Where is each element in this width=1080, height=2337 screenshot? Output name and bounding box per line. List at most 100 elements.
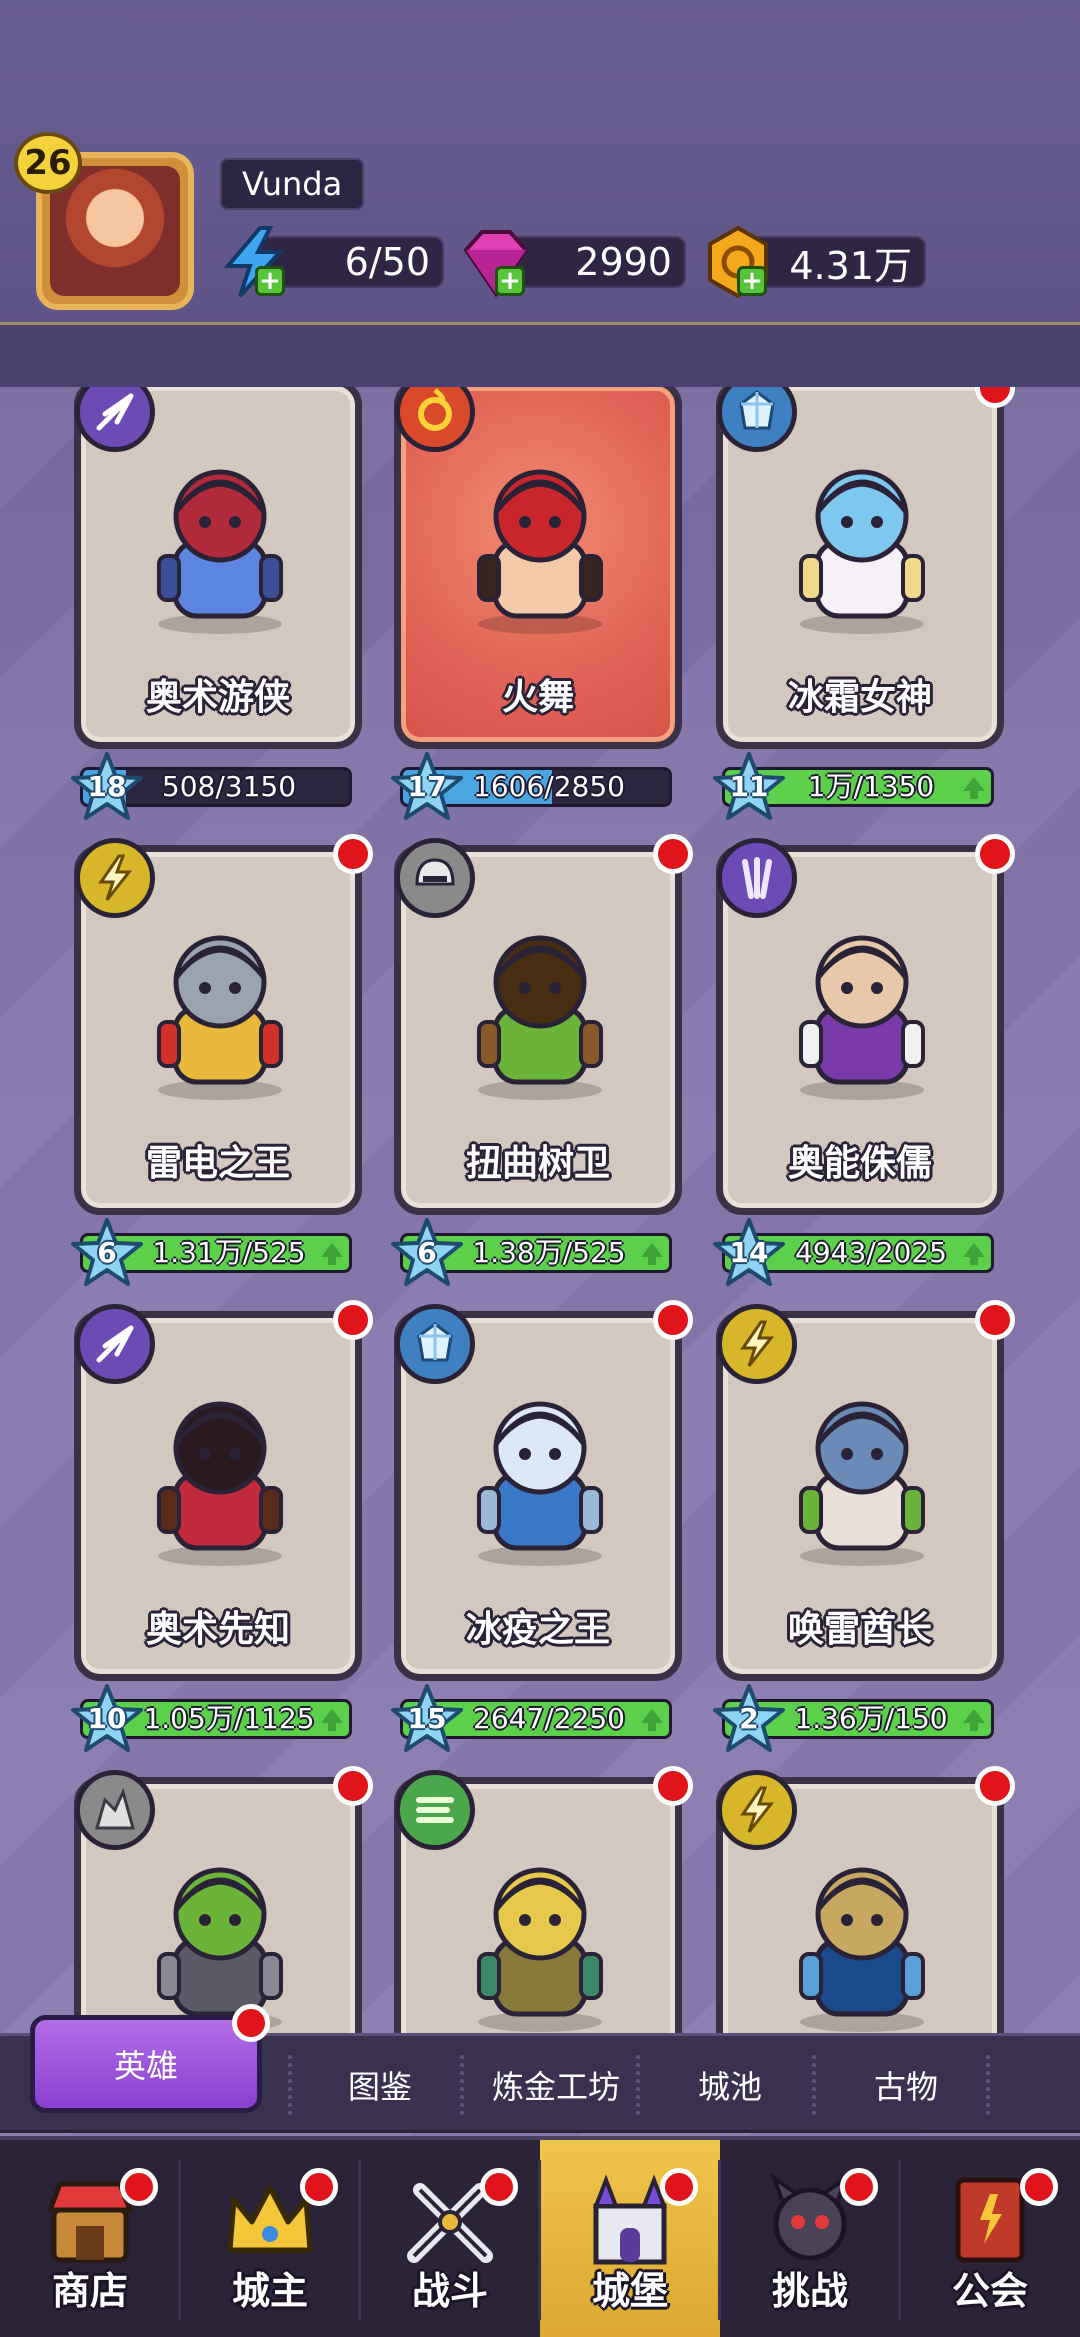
- hero-shard-count: 4943/2025: [795, 1236, 947, 1269]
- hero-portrait: [477, 1867, 603, 2032]
- hero-portrait: [477, 935, 603, 1100]
- wind-icon: [416, 1797, 454, 1823]
- hero-alert-dot: [975, 1766, 1015, 1806]
- hero-class-badge: [717, 838, 797, 918]
- arrows-icon: [96, 393, 134, 431]
- player-name: Vunda: [220, 158, 365, 210]
- hero-alert-dot: [333, 1766, 373, 1806]
- hero-shard-count: 1.36万/150: [794, 1702, 948, 1735]
- nav-label: 城堡: [591, 2269, 668, 2313]
- arrows-icon: [96, 1325, 134, 1363]
- hero-card[interactable]: [74, 1766, 373, 2035]
- hero-card[interactable]: 奥术游侠: [74, 387, 362, 749]
- hero-class-badge: [75, 387, 155, 452]
- nav-alert-dot: [660, 2168, 698, 2206]
- hero-card[interactable]: 冰疫之王: [394, 1300, 693, 1681]
- header-subbar: [0, 325, 1080, 387]
- nav-demon[interactable]: 挑战: [720, 2140, 900, 2337]
- ice-crystal-icon: [417, 1322, 453, 1362]
- hero-card[interactable]: 冰霜女神: [716, 387, 1015, 749]
- hero-shard-count: 1万/1350: [807, 770, 935, 803]
- upgrade-arrow-icon: [321, 1709, 343, 1731]
- upgrade-arrow-icon: [641, 1243, 663, 1265]
- tab-alchemy-workshop[interactable]: 炼金工坊: [472, 2050, 640, 2120]
- hero-portrait: [157, 935, 283, 1100]
- subtab-divider: [986, 2055, 990, 2115]
- nav-shop[interactable]: 商店: [0, 2140, 180, 2337]
- tab-city[interactable]: 城池: [650, 2050, 810, 2120]
- lightning-icon: [740, 1786, 775, 1833]
- hero-alert-dot: [653, 1300, 693, 1340]
- nav-alert-dot: [120, 2168, 158, 2206]
- hero-card[interactable]: 奥术先知: [74, 1300, 373, 1681]
- hero-portrait: [157, 469, 283, 634]
- rock-icon: [95, 1787, 135, 1830]
- nav-crown[interactable]: 城主: [180, 2140, 360, 2337]
- hero-star-count: 2: [739, 1701, 759, 1735]
- hero-shard-count: 1.05万/1125: [143, 1702, 315, 1735]
- hero-card[interactable]: 火舞: [394, 387, 682, 749]
- hero-name: 奥术游侠: [145, 677, 290, 718]
- upgrade-arrow-icon: [641, 1709, 663, 1731]
- upgrade-arrow-icon: [963, 1243, 985, 1265]
- hero-star-count: 18: [87, 769, 127, 803]
- hero-star-level: 6: [70, 1217, 144, 1287]
- hero-name: 奥能侏儒: [787, 1143, 932, 1184]
- hero-alert-dot: [975, 834, 1015, 874]
- hero-portrait: [157, 1867, 283, 2032]
- nav-castle[interactable]: 城堡: [540, 2140, 720, 2337]
- hero-card[interactable]: 奥能侏儒: [716, 834, 1015, 1215]
- hero-card[interactable]: 雷电之王: [74, 834, 373, 1215]
- tab-heroes-alert-dot: [232, 2004, 270, 2042]
- hero-card[interactable]: [394, 1766, 693, 2035]
- hero-name: 冰霜女神: [787, 677, 932, 718]
- gold-add-button[interactable]: +: [737, 266, 767, 296]
- nav-divider: [898, 2160, 901, 2320]
- player-level-badge: 26: [14, 132, 82, 194]
- hero-star-level: 15: [390, 1683, 464, 1753]
- hero-card[interactable]: 扭曲树卫: [394, 834, 693, 1215]
- hero-shard-count: 1.38万/525: [472, 1236, 626, 1269]
- nav-swords[interactable]: 战斗: [360, 2140, 540, 2337]
- subtab-divider: [460, 2055, 464, 2115]
- hero-portrait: [799, 935, 925, 1100]
- hero-portrait: [477, 1401, 603, 1566]
- fire-ring-icon: [418, 388, 452, 431]
- tab-relics[interactable]: 古物: [826, 2050, 986, 2120]
- subtab-divider: [636, 2055, 640, 2115]
- gold-value: 4.31万: [789, 243, 912, 288]
- hero-portrait: [799, 1867, 925, 2032]
- hero-alert-dot: [653, 834, 693, 874]
- hero-class-badge: [717, 387, 797, 452]
- tab-codex[interactable]: 图鉴: [300, 2050, 460, 2120]
- arcane-claw-icon: [742, 857, 772, 899]
- hero-shard-count: 508/3150: [161, 770, 297, 803]
- nav-alert-dot: [300, 2168, 338, 2206]
- hero-class-badge: [75, 1770, 155, 1850]
- nav-divider: [718, 2160, 721, 2320]
- nav-guild-book[interactable]: 公会: [900, 2140, 1080, 2337]
- hero-class-badge: [395, 1304, 475, 1384]
- hero-name: 扭曲树卫: [465, 1143, 610, 1184]
- hero-star-count: 14: [729, 1235, 769, 1269]
- hero-star-count: 6: [97, 1235, 117, 1269]
- hero-card[interactable]: 唤雷酋长: [716, 1300, 1015, 1681]
- hero-alert-dot: [333, 1300, 373, 1340]
- nav-divider: [538, 2160, 541, 2320]
- subtab-divider: [812, 2055, 816, 2115]
- hero-star-level: 14: [712, 1217, 786, 1287]
- tab-heroes[interactable]: 英雄: [30, 2015, 262, 2113]
- hero-grid: 奥术游侠 508/3150 18 火舞 1606/2850 17 冰霜女神 1万…: [0, 387, 1080, 2035]
- hero-name: 唤雷酋长: [787, 1609, 932, 1650]
- hero-star-level: 10: [70, 1683, 144, 1753]
- hero-star-level: 11: [712, 751, 786, 821]
- hero-class-badge: [395, 387, 475, 452]
- gems-add-button[interactable]: +: [495, 266, 525, 296]
- hero-shard-count: 1.31万/525: [152, 1236, 306, 1269]
- hero-portrait: [157, 1401, 283, 1566]
- energy-add-button[interactable]: +: [255, 266, 285, 296]
- hero-shard-count: 1606/2850: [473, 770, 625, 803]
- hero-class-badge: [75, 1304, 155, 1384]
- subtab-divider: [288, 2055, 292, 2115]
- hero-card[interactable]: [716, 1766, 1015, 2035]
